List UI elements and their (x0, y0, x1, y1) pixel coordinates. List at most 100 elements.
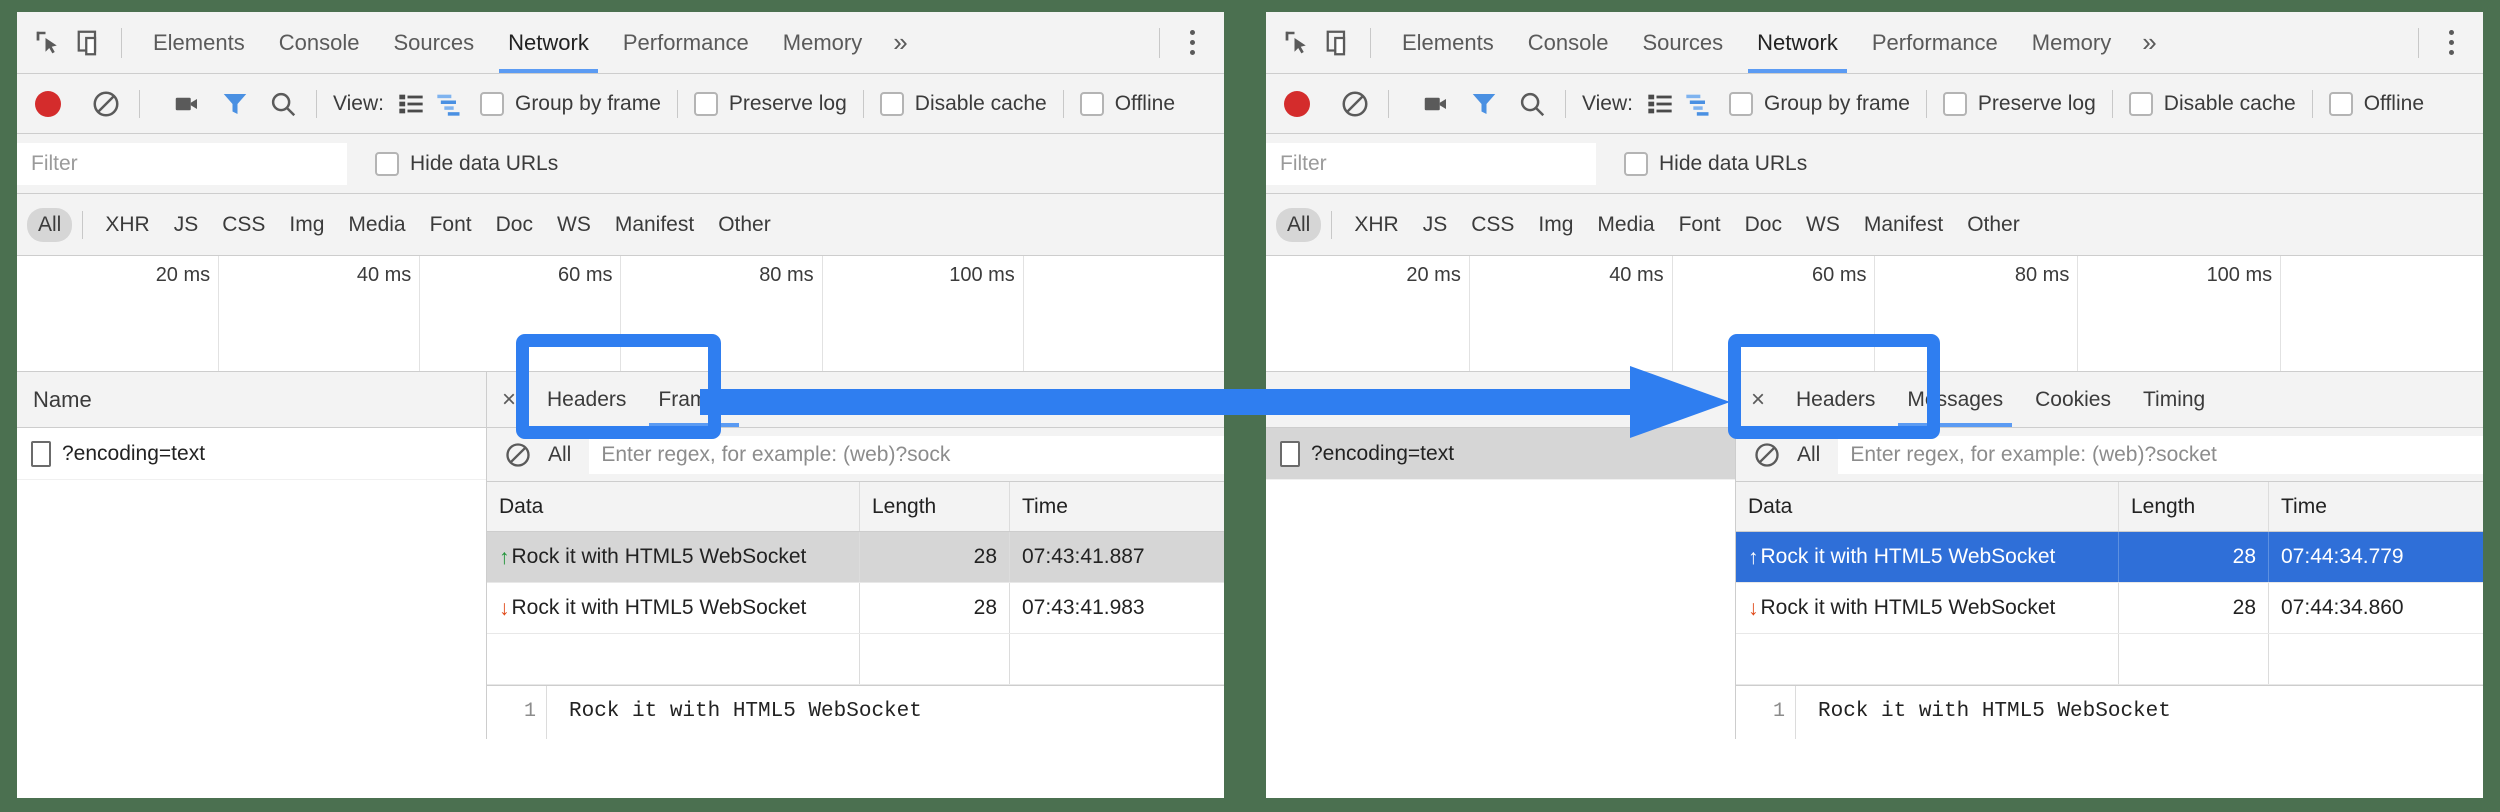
message-row[interactable]: ↓Rock it with HTML5 WebSocket2807:44:34.… (1736, 583, 2483, 634)
resource-type-all[interactable]: All (1276, 208, 1321, 242)
view-list-icon (394, 87, 428, 121)
clear-messages-icon (1750, 438, 1784, 472)
message-filter-all-label[interactable]: All (548, 443, 571, 467)
message-row[interactable]: ↑Rock it with HTML5 WebSocket2807:44:34.… (1736, 532, 2483, 583)
tab-performance[interactable]: Performance (606, 12, 766, 73)
checkbox-box[interactable] (694, 92, 718, 116)
resource-type-ws[interactable]: WS (545, 213, 603, 237)
checkbox-disable-cache[interactable]: Disable cache (2129, 92, 2296, 116)
more-options-icon[interactable] (2433, 23, 2469, 63)
checkbox-hide-data-urls[interactable]: Hide data URLs (1624, 152, 1807, 176)
message-row[interactable]: ↓Rock it with HTML5 WebSocket2807:43:41.… (487, 583, 1224, 634)
message-regex-input[interactable]: Enter regex, for example: (web)?socket (1838, 436, 2483, 474)
detail-tab-messages[interactable]: Messages (1891, 372, 2019, 427)
detail-tab-headers[interactable]: Headers (531, 372, 642, 427)
checkbox-box[interactable] (2129, 92, 2153, 116)
device-toolbar-icon (73, 26, 107, 60)
checkbox-hide-data-urls[interactable]: Hide data URLs (375, 152, 558, 176)
tab-memory[interactable]: Memory (2015, 12, 2128, 73)
detail-tab-timing[interactable]: Timing (2127, 372, 2221, 427)
resource-type-js[interactable]: JS (162, 213, 211, 237)
filter-input[interactable]: Filter (17, 143, 347, 185)
checkbox-disable-cache[interactable]: Disable cache (880, 92, 1047, 116)
resource-type-manifest[interactable]: Manifest (603, 213, 706, 237)
detail-tab-cookies[interactable]: Cookies (2019, 372, 2127, 427)
divider (1926, 90, 1927, 118)
tab-memory[interactable]: Memory (766, 12, 879, 73)
timeline-tick: 20 ms (17, 256, 219, 371)
message-preview: 1Rock it with HTML5 WebSocket (1736, 685, 2483, 739)
resource-type-other[interactable]: Other (1955, 213, 2032, 237)
tab-network[interactable]: Network (491, 12, 606, 73)
more-tabs-button[interactable]: » (879, 12, 921, 73)
detail-tab-cookies[interactable]: Cookies (746, 372, 854, 427)
view-waterfall-icon (1681, 87, 1715, 121)
column-header-length: Length (859, 482, 1009, 531)
message-filter-all-label[interactable]: All (1797, 443, 1820, 467)
checkbox-box[interactable] (1943, 92, 1967, 116)
checkbox-preserve-log[interactable]: Preserve log (694, 92, 847, 116)
resource-type-js[interactable]: JS (1411, 213, 1460, 237)
checkbox-offline[interactable]: Offline (1080, 92, 1175, 116)
more-options-icon[interactable] (1174, 23, 1210, 63)
resource-type-css[interactable]: CSS (1459, 213, 1526, 237)
resource-type-font[interactable]: Font (1667, 213, 1733, 237)
tab-console[interactable]: Console (1511, 12, 1626, 73)
record-icon[interactable] (1284, 91, 1310, 117)
tab-console[interactable]: Console (262, 12, 377, 73)
line-number: 1 (487, 686, 547, 739)
timeline-tick: 100 ms (2077, 256, 2281, 371)
resource-type-font[interactable]: Font (418, 213, 484, 237)
checkbox-box[interactable] (1729, 92, 1753, 116)
resource-type-css[interactable]: CSS (210, 213, 277, 237)
request-list-item[interactable]: ?encoding=text (17, 428, 486, 480)
tab-sources[interactable]: Sources (376, 12, 491, 73)
request-split: Name?encoding=text×HeadersMessagesCookie… (1266, 372, 2483, 739)
checkbox-group-by-frame[interactable]: Group by frame (1729, 92, 1910, 116)
message-filter-bar: All Enter regex, for example: (web)?socke… (1736, 428, 2483, 482)
more-tabs-button[interactable]: » (2128, 12, 2170, 73)
checkbox-preserve-log[interactable]: Preserve log (1943, 92, 2096, 116)
resource-type-img[interactable]: Img (277, 213, 336, 237)
checkbox-box[interactable] (375, 152, 399, 176)
filter-input[interactable]: Filter (1266, 143, 1596, 185)
tab-performance[interactable]: Performance (1855, 12, 2015, 73)
resource-type-img[interactable]: Img (1526, 213, 1585, 237)
checkbox-box[interactable] (480, 92, 504, 116)
detail-tab-frames[interactable]: Frames (642, 372, 745, 427)
resource-type-all[interactable]: All (27, 208, 72, 242)
request-list-item[interactable]: ?encoding=text (1266, 428, 1735, 480)
messages-table: DataLengthTime↑Rock it with HTML5 WebSoc… (1736, 482, 2483, 685)
close-icon[interactable]: × (487, 372, 531, 427)
checkbox-offline[interactable]: Offline (2329, 92, 2424, 116)
tab-sources[interactable]: Sources (1625, 12, 1740, 73)
close-icon[interactable]: × (1736, 372, 1780, 427)
record-icon[interactable] (35, 91, 61, 117)
message-row[interactable]: ↑Rock it with HTML5 WebSocket2807:43:41.… (487, 532, 1224, 583)
detail-tab-timing[interactable]: Timing (853, 372, 947, 427)
checkbox-box[interactable] (1080, 92, 1104, 116)
resource-type-doc[interactable]: Doc (484, 213, 545, 237)
message-regex-input[interactable]: Enter regex, for example: (web)?sock (589, 436, 1224, 474)
resource-type-media[interactable]: Media (1585, 213, 1666, 237)
tab-network[interactable]: Network (1740, 12, 1855, 73)
checkbox-box[interactable] (1624, 152, 1648, 176)
checkbox-box[interactable] (880, 92, 904, 116)
resource-type-xhr[interactable]: XHR (1342, 213, 1410, 237)
divider (1370, 28, 1371, 58)
message-data-cell: ↓Rock it with HTML5 WebSocket (487, 583, 859, 633)
checkbox-group-by-frame[interactable]: Group by frame (480, 92, 661, 116)
resource-type-ws[interactable]: WS (1794, 213, 1852, 237)
resource-type-xhr[interactable]: XHR (93, 213, 161, 237)
checkbox-box[interactable] (2329, 92, 2353, 116)
message-time-cell: 07:43:41.983 (1009, 583, 1224, 633)
detail-tab-headers[interactable]: Headers (1780, 372, 1891, 427)
checkbox-label: Hide data URLs (410, 152, 558, 176)
resource-type-manifest[interactable]: Manifest (1852, 213, 1955, 237)
tab-elements[interactable]: Elements (136, 12, 262, 73)
tab-elements[interactable]: Elements (1385, 12, 1511, 73)
divider (2312, 90, 2313, 118)
resource-type-other[interactable]: Other (706, 213, 783, 237)
resource-type-doc[interactable]: Doc (1733, 213, 1794, 237)
resource-type-media[interactable]: Media (336, 213, 417, 237)
